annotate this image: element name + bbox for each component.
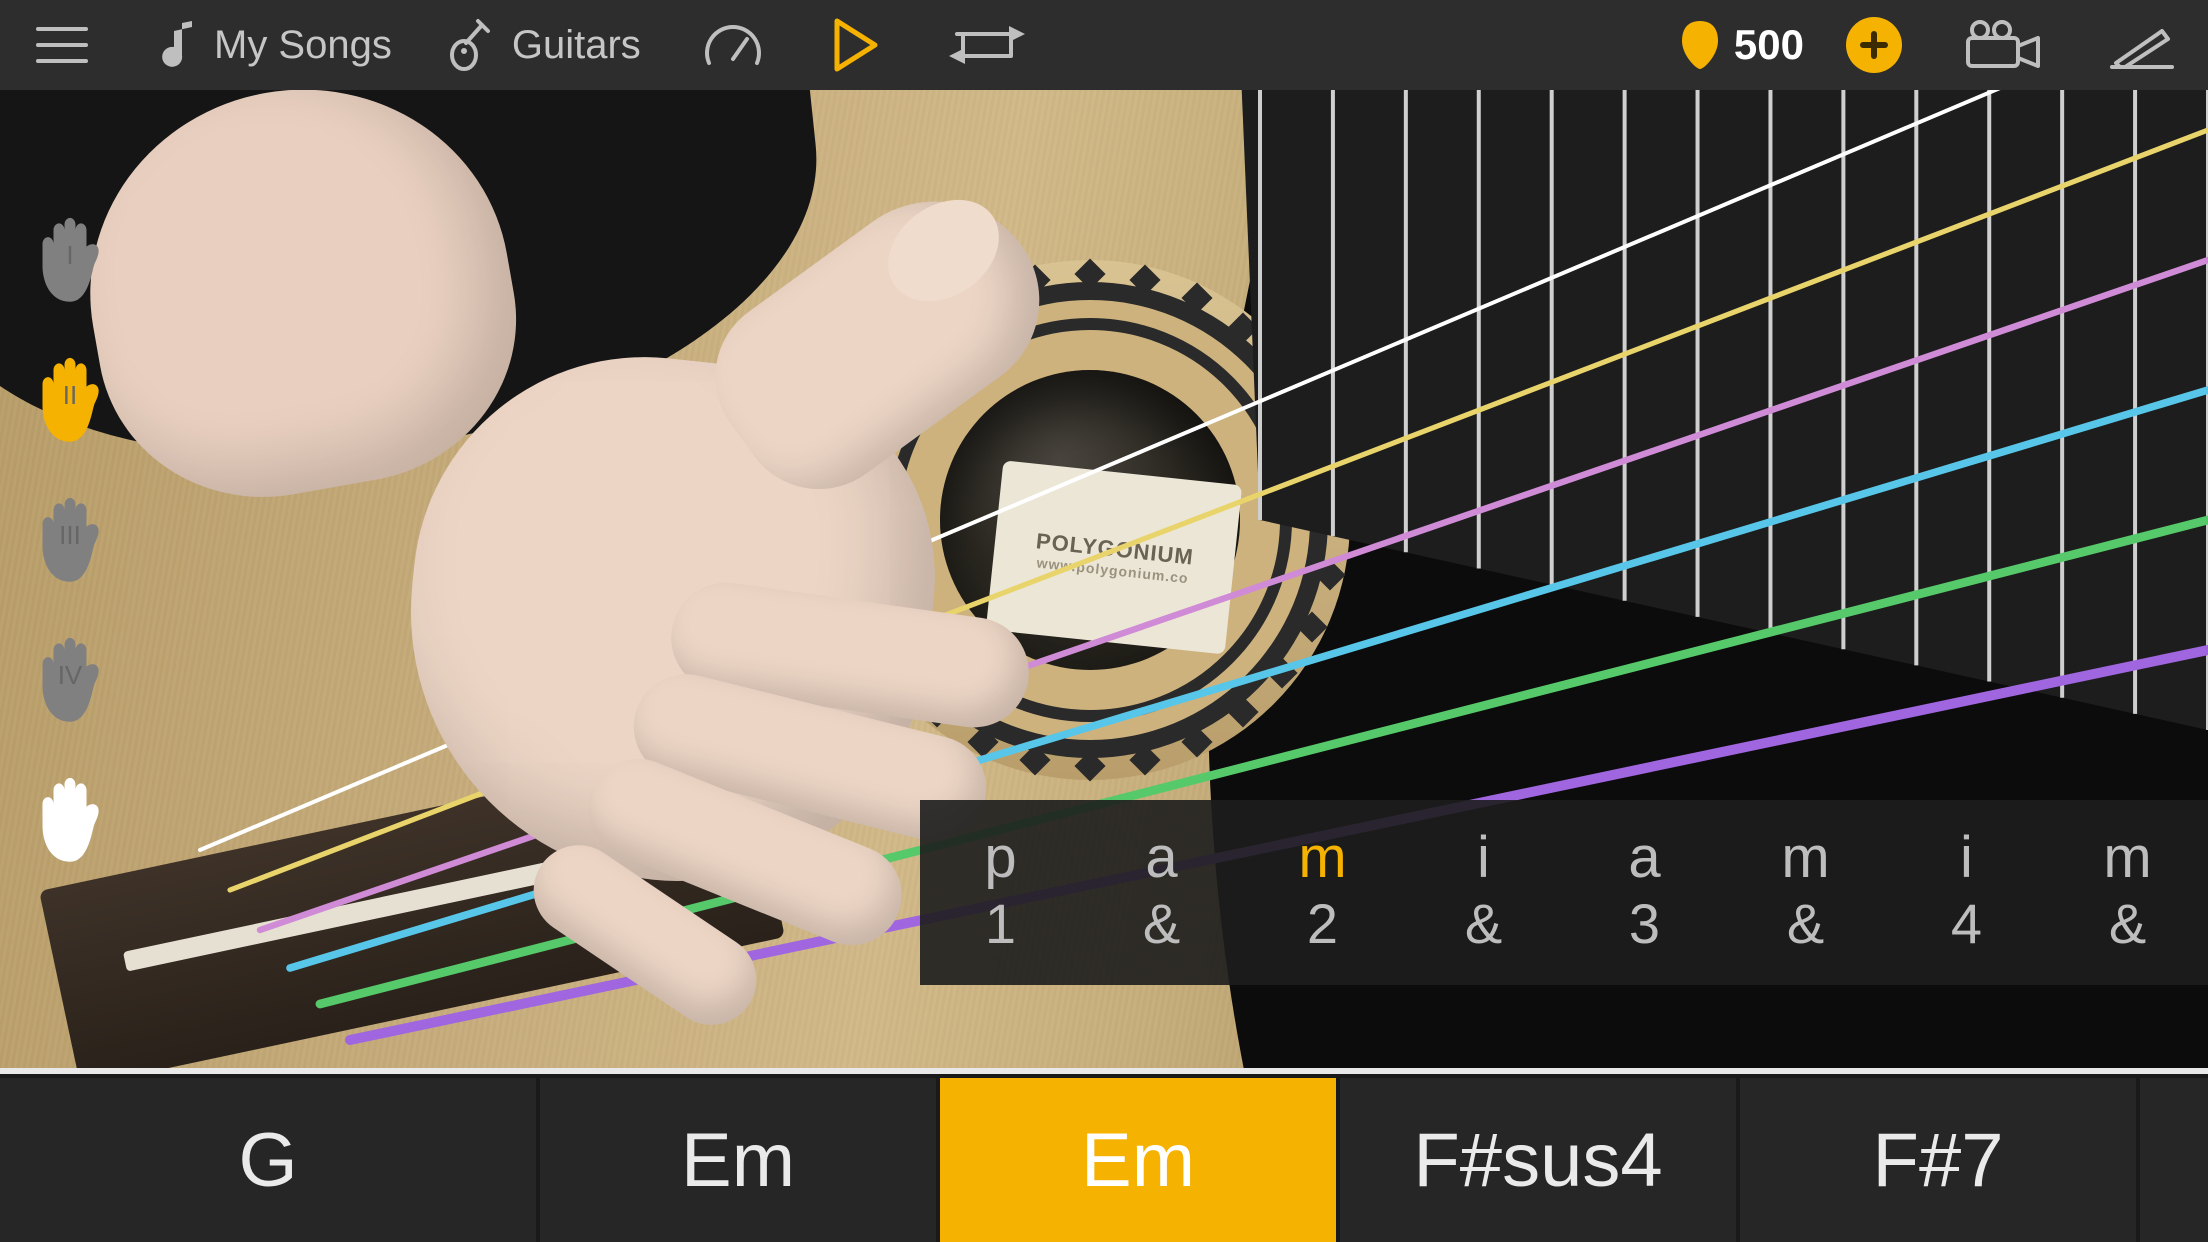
my-songs-button[interactable]: My Songs bbox=[124, 0, 420, 90]
beat-label: & bbox=[1143, 891, 1180, 956]
add-coins-button[interactable] bbox=[1846, 17, 1902, 73]
finger-pattern-col[interactable]: m& bbox=[1725, 800, 1886, 985]
chord-button[interactable]: F#sus4 bbox=[1340, 1074, 1740, 1242]
top-toolbar: My Songs Guitars bbox=[0, 0, 2208, 90]
hand-position-1[interactable]: I bbox=[20, 200, 120, 310]
menu-button[interactable] bbox=[0, 0, 124, 90]
finger-pattern-col[interactable]: i4 bbox=[1886, 800, 2047, 985]
hand-position-3[interactable]: III bbox=[20, 480, 120, 590]
finger-letter: m bbox=[1298, 829, 1346, 887]
beat-label: & bbox=[1465, 891, 1502, 956]
hand-position-4[interactable]: IV bbox=[20, 620, 120, 730]
guitars-button[interactable]: Guitars bbox=[420, 0, 669, 90]
speedometer-icon bbox=[703, 19, 763, 71]
beat-label: 2 bbox=[1307, 891, 1338, 956]
pencil-icon bbox=[2110, 21, 2174, 69]
hand-position-palette: IIIIIIIV bbox=[20, 200, 120, 870]
coins-button[interactable]: 500 bbox=[1652, 0, 1930, 90]
finger-letter: i bbox=[1960, 829, 1973, 887]
hand-position-2[interactable]: II bbox=[20, 340, 120, 450]
chord-button[interactable]: F#7 bbox=[1740, 1074, 2140, 1242]
finger-pattern-col[interactable]: a3 bbox=[1564, 800, 1725, 985]
loop-icon bbox=[949, 22, 1027, 68]
music-note-icon bbox=[152, 19, 196, 71]
guitar-icon bbox=[448, 17, 494, 73]
finger-letter: i bbox=[1477, 829, 1490, 887]
beat-label: & bbox=[2109, 891, 2146, 956]
finger-pattern-col[interactable]: a& bbox=[1081, 800, 1242, 985]
chord-button[interactable]: Em bbox=[940, 1074, 1340, 1242]
finger-letter: p bbox=[984, 829, 1016, 887]
finger-letter: a bbox=[1145, 829, 1177, 887]
camera-button[interactable] bbox=[1930, 0, 2076, 90]
loop-button[interactable] bbox=[915, 0, 1061, 90]
chord-button[interactable]: Em bbox=[540, 1074, 940, 1242]
finger-pattern-col[interactable]: i& bbox=[1403, 800, 1564, 985]
beat-label: 3 bbox=[1629, 891, 1660, 956]
finger-pattern-col[interactable]: p1 bbox=[920, 800, 1081, 985]
coin-pick-icon bbox=[1680, 19, 1720, 71]
finger-pattern-col[interactable]: m& bbox=[2047, 800, 2208, 985]
chord-button[interactable]: Bm bbox=[2140, 1074, 2208, 1242]
play-button[interactable] bbox=[797, 0, 915, 90]
beat-label: & bbox=[1787, 891, 1824, 956]
finger-letter: m bbox=[2103, 829, 2151, 887]
tempo-button[interactable] bbox=[669, 0, 797, 90]
finger-letter: m bbox=[1781, 829, 1829, 887]
finger-pattern-strip: p1a&m2i&a3m&i4m& bbox=[920, 800, 2208, 985]
chord-bar: GEmEmF#sus4F#7Bm bbox=[0, 1074, 2208, 1242]
play-icon bbox=[831, 17, 881, 73]
hand-position-5[interactable] bbox=[20, 760, 120, 870]
beat-label: 4 bbox=[1951, 891, 1982, 956]
finger-pattern-col[interactable]: m2 bbox=[1242, 800, 1403, 985]
chord-button[interactable]: G bbox=[0, 1074, 540, 1242]
edit-button[interactable] bbox=[2076, 0, 2208, 90]
beat-label: 1 bbox=[985, 891, 1016, 956]
coin-count: 500 bbox=[1734, 21, 1804, 69]
video-camera-icon bbox=[1964, 20, 2042, 70]
guitars-label: Guitars bbox=[512, 23, 641, 68]
finger-letter: a bbox=[1628, 829, 1660, 887]
plus-icon bbox=[1859, 30, 1889, 60]
my-songs-label: My Songs bbox=[214, 23, 392, 68]
